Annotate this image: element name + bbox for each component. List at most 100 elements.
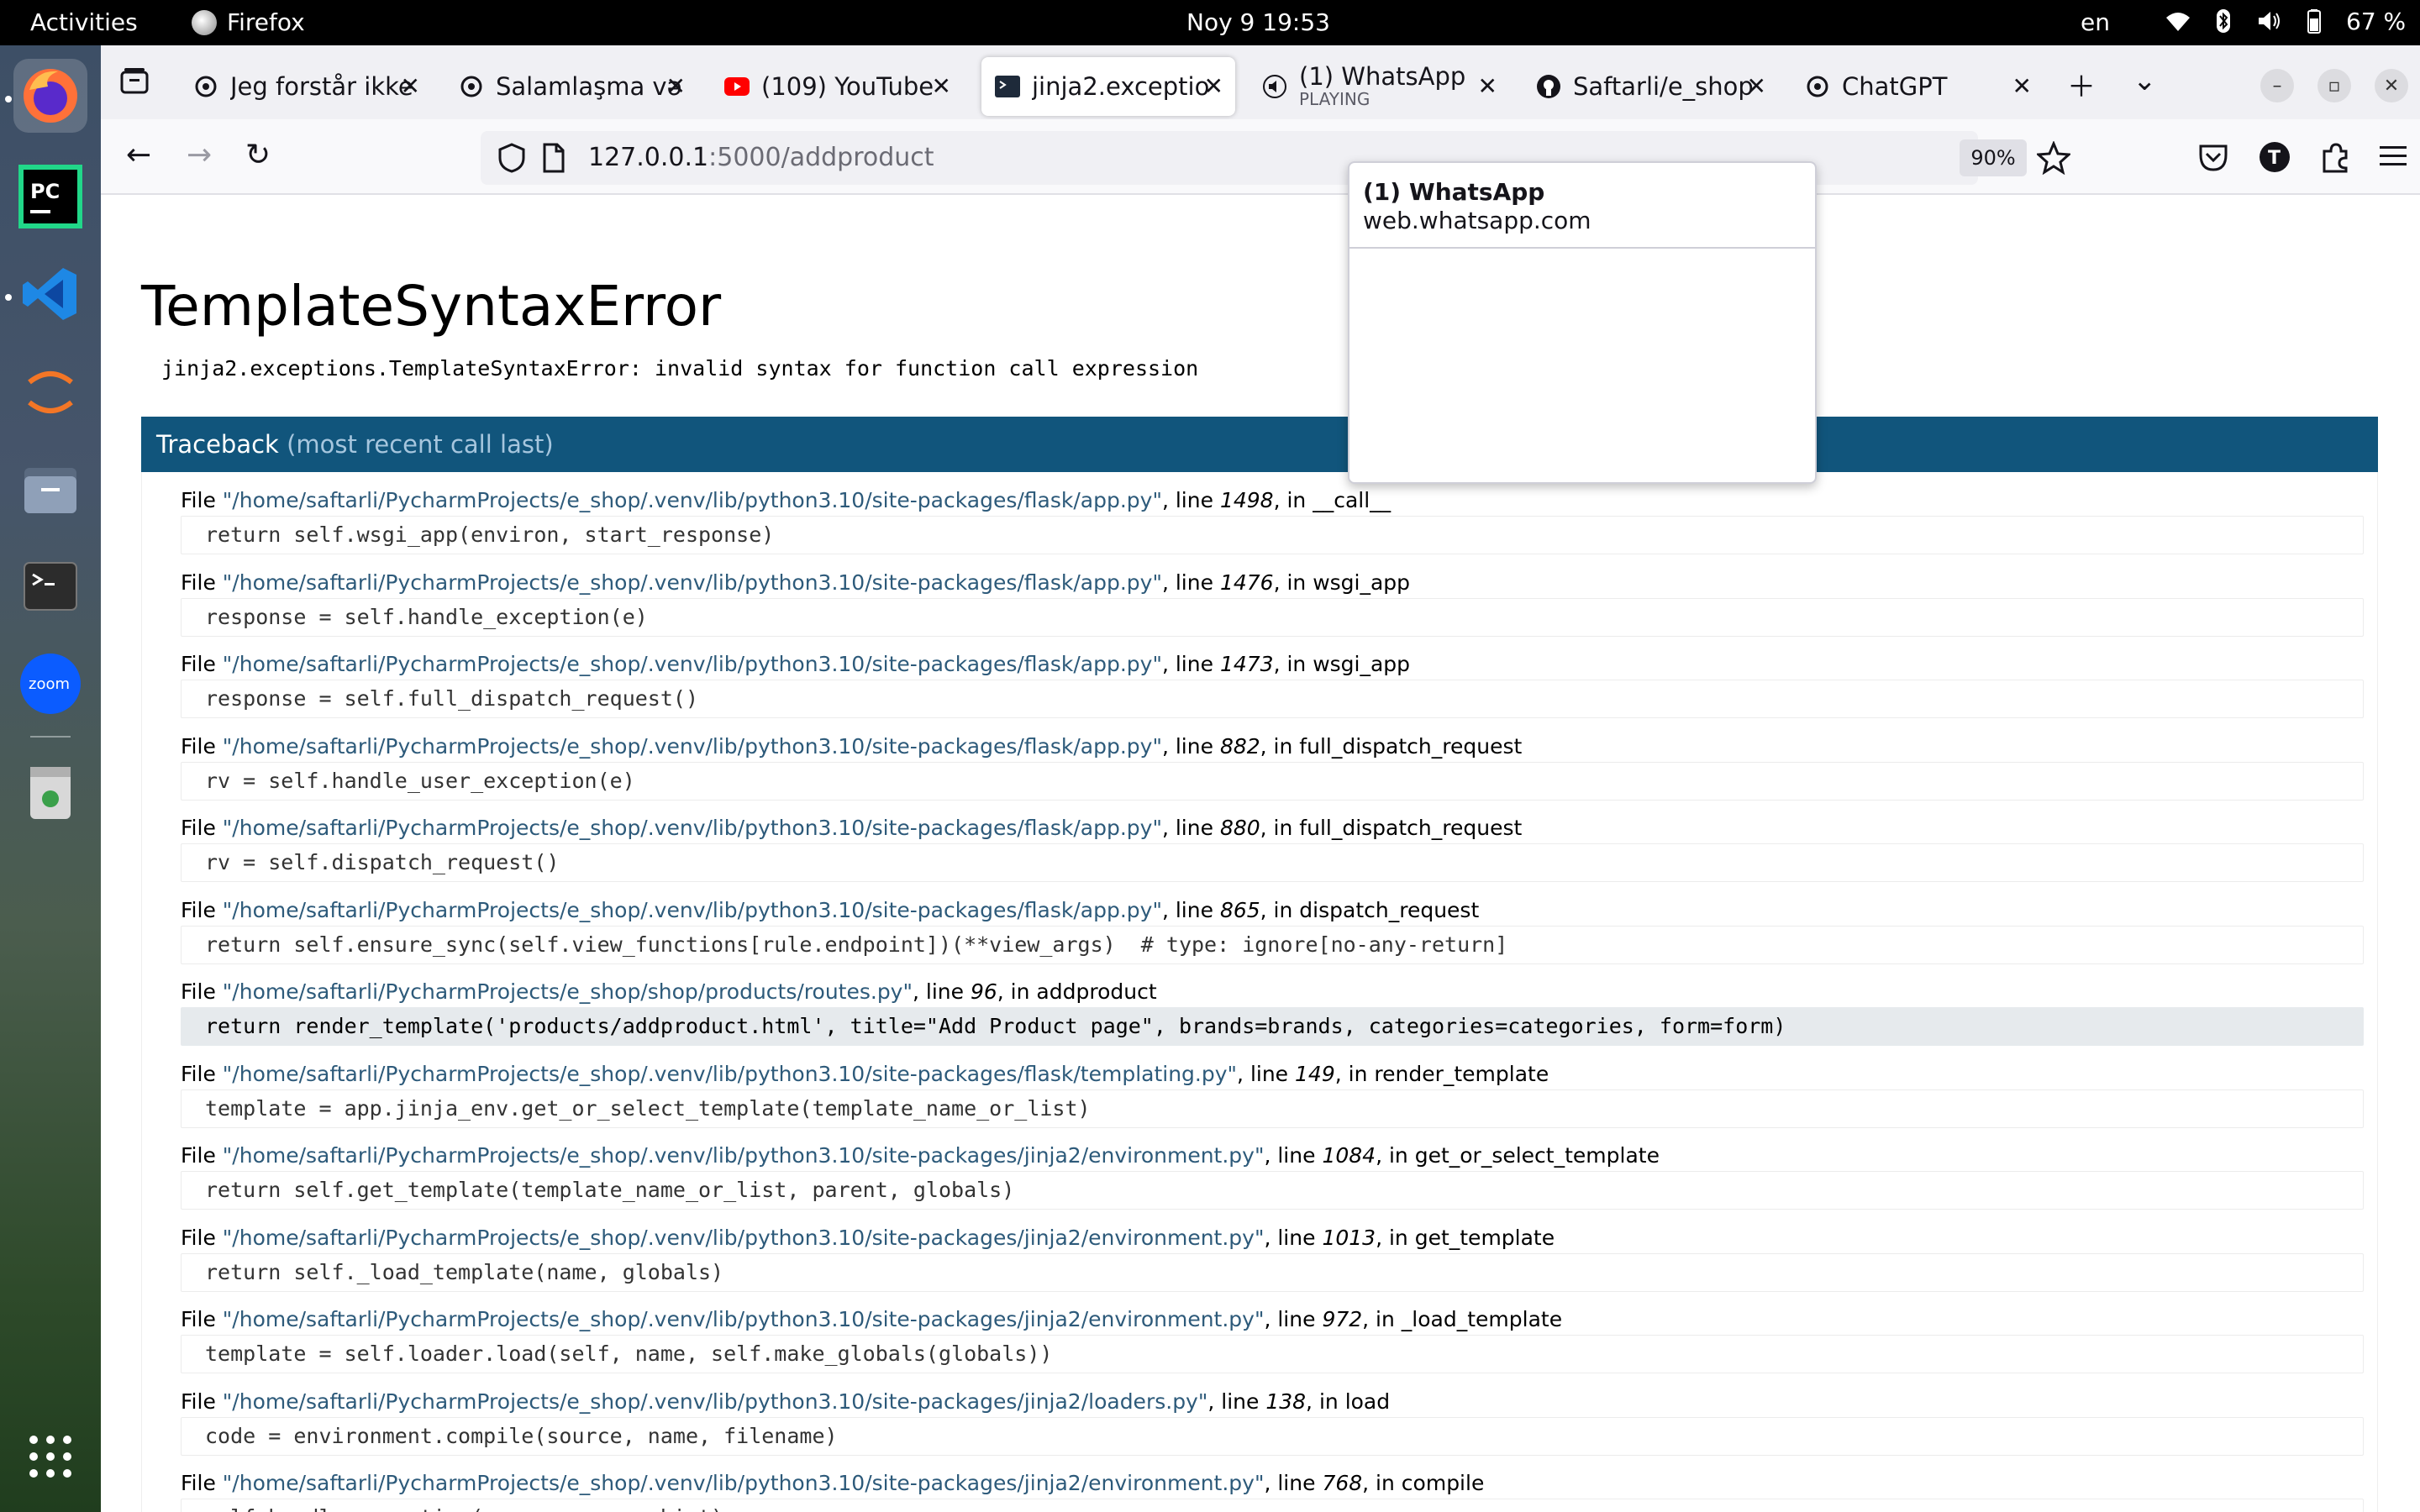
close-tab-icon[interactable]: ✕ [666,72,686,100]
dock-firefox[interactable] [13,59,87,133]
file-word: File [181,488,216,512]
tab-chatgpt-1[interactable]: Jeg forstår ikke ✕ [180,57,432,116]
maximize-window-icon[interactable]: ▫ [2317,69,2351,102]
dock-show-apps[interactable] [13,1420,87,1494]
source-line[interactable]: self.handle_exception(source=source_hint… [181,1499,2364,1512]
traceback-frame[interactable]: File "/home/saftarli/PycharmProjects/e_s… [181,1468,2364,1512]
page-content: TemplateSyntaxError jinja2.exceptions.Te… [101,197,2420,1512]
file-path[interactable]: "/home/saftarli/PycharmProjects/e_shop/.… [223,1062,1237,1086]
source-line[interactable]: return render_template('products/addprod… [181,1007,2364,1046]
source-line[interactable]: return self.wsgi_app(environ, start_resp… [181,516,2364,554]
dock-pycharm[interactable]: PC [13,160,87,234]
list-tabs-chevron-icon[interactable]: ⌄ [2133,64,2157,97]
file-path[interactable]: "/home/saftarli/PycharmProjects/e_shop/.… [223,1226,1265,1250]
source-line[interactable]: rv = self.dispatch_request() [181,843,2364,882]
page-info-icon[interactable] [541,143,566,173]
file-word: File [181,1143,216,1168]
tab-chatgpt-3[interactable]: ChatGPT ✕ [1791,57,2044,116]
github-icon [1536,74,1561,99]
clock[interactable]: Noy 9 19:53 [1186,8,1330,36]
traceback-frame[interactable]: File "/home/saftarli/PycharmProjects/e_s… [181,649,2364,718]
dock-trash[interactable] [13,754,87,828]
file-path[interactable]: "/home/saftarli/PycharmProjects/e_shop/.… [223,1307,1265,1331]
traceback-frame[interactable]: File "/home/saftarli/PycharmProjects/e_s… [181,1387,2364,1456]
file-path[interactable]: "/home/saftarli/PycharmProjects/e_shop/.… [223,898,1162,922]
source-line[interactable]: return self._load_template(name, globals… [181,1252,2364,1292]
traceback-header[interactable]: Traceback (most recent call last) [141,417,2378,472]
input-language[interactable]: en [2081,8,2110,36]
traceback-frame[interactable]: File "/home/saftarli/PycharmProjects/e_s… [181,813,2364,882]
file-path[interactable]: "/home/saftarli/PycharmProjects/e_shop/.… [223,570,1162,595]
dock-files[interactable] [13,452,87,526]
dock-zoom[interactable]: zoom [13,647,87,721]
files-icon [24,468,76,513]
traceback-frame[interactable]: File "/home/saftarli/PycharmProjects/e_s… [181,568,2364,637]
close-tab-icon[interactable]: ✕ [1478,72,1497,100]
file-path[interactable]: "/home/saftarli/PycharmProjects/e_shop/.… [223,1471,1265,1495]
firefox-view-icon[interactable] [119,66,150,99]
traceback-frame[interactable]: File "/home/saftarli/PycharmProjects/e_s… [181,1059,2364,1128]
traceback-frame[interactable]: File "/home/saftarli/PycharmProjects/e_s… [181,1223,2364,1292]
dock-vscode[interactable] [13,257,87,331]
close-tab-icon[interactable]: ✕ [1747,72,1766,100]
close-tab-icon[interactable]: ✕ [1204,72,1223,100]
back-arrow-icon[interactable]: ← [126,138,151,172]
traceback-frame[interactable]: File "/home/saftarli/PycharmProjects/e_s… [181,977,2364,1046]
source-line[interactable]: template = self.loader.load(self, name, … [181,1335,2364,1373]
traceback-frame[interactable]: File "/home/saftarli/PycharmProjects/e_s… [181,1141,2364,1210]
traceback-frame[interactable]: File "/home/saftarli/PycharmProjects/e_s… [181,1305,2364,1373]
dock-jupyter[interactable] [13,354,87,428]
tab-youtube[interactable]: (109) YouTube ✕ [711,57,963,116]
zoom-level[interactable]: 90% [1960,139,2027,176]
file-path[interactable]: "/home/saftarli/PycharmProjects/e_shop/.… [223,1143,1265,1168]
volume-icon [2259,12,2280,30]
close-tab-icon[interactable]: ✕ [932,72,951,100]
file-word: File [181,816,216,840]
file-path[interactable]: "/home/saftarli/PycharmProjects/e_shop/.… [223,488,1162,512]
line-number: 1013 [1322,1225,1376,1250]
new-tab-icon[interactable]: ＋ [2067,64,2096,105]
source-line[interactable]: template = app.jinja_env.get_or_select_t… [181,1089,2364,1128]
system-tray[interactable]: 67 % [2165,7,2406,35]
url-text[interactable]: 127.0.0.1:5000/addproduct [588,143,934,172]
line-word: , line [1161,897,1220,922]
tab-whatsapp[interactable]: (1) WhatsApp PLAYING ✕ [1249,57,1509,116]
dock-terminal[interactable] [13,549,87,623]
source-line[interactable]: return self.get_template(template_name_o… [181,1171,2364,1210]
close-tab-icon[interactable]: ✕ [2012,72,2032,100]
file-path[interactable]: "/home/saftarli/PycharmProjects/e_shop/.… [223,652,1162,676]
error-title: TemplateSyntaxError [141,274,722,339]
minimize-window-icon[interactable]: – [2260,69,2294,102]
function-name: _load_template [1401,1307,1563,1331]
pocket-icon[interactable] [2198,143,2228,171]
bookmark-star-icon[interactable] [2037,141,2070,175]
traceback-frame[interactable]: File "/home/saftarli/PycharmProjects/e_s… [181,895,2364,964]
tab-github[interactable]: Saftarli/e_shop ✕ [1523,57,1778,116]
speaker-icon[interactable] [1262,74,1287,99]
traceback-frame[interactable]: File "/home/saftarli/PycharmProjects/e_s… [181,732,2364,801]
close-window-icon[interactable]: ✕ [2375,69,2408,102]
source-line[interactable]: response = self.handle_exception(e) [181,597,2364,637]
tab-jinja2-active[interactable]: jinja2.exceptio ✕ [981,57,1235,116]
forward-arrow-icon[interactable]: → [187,138,212,172]
extensions-puzzle-icon[interactable] [2319,141,2351,173]
file-path[interactable]: "/home/saftarli/PycharmProjects/e_shop/.… [223,1389,1208,1414]
app-name: Firefox [227,8,305,36]
account-avatar-icon[interactable]: T [2259,141,2291,173]
source-line[interactable]: return self.ensure_sync(self.view_functi… [181,925,2364,964]
shield-icon[interactable] [497,143,526,173]
source-line[interactable]: rv = self.handle_user_exception(e) [181,761,2364,801]
activities-button[interactable]: Activities [30,8,138,36]
dock-separator [30,736,71,738]
reload-icon[interactable]: ↻ [245,138,271,172]
tab-chatgpt-2[interactable]: Salamlaşma və ✕ [445,57,697,116]
file-path[interactable]: "/home/saftarli/PycharmProjects/e_shop/s… [223,979,913,1004]
traceback-frame[interactable]: File "/home/saftarli/PycharmProjects/e_s… [181,486,2364,554]
file-path[interactable]: "/home/saftarli/PycharmProjects/e_shop/.… [223,816,1162,840]
source-line[interactable]: code = environment.compile(source, name,… [181,1416,2364,1456]
app-menu[interactable]: Firefox [192,8,305,36]
file-path[interactable]: "/home/saftarli/PycharmProjects/e_shop/.… [223,734,1162,759]
hamburger-menu-icon[interactable] [2380,144,2407,168]
close-tab-icon[interactable]: ✕ [401,72,420,100]
source-line[interactable]: response = self.full_dispatch_request() [181,680,2364,718]
